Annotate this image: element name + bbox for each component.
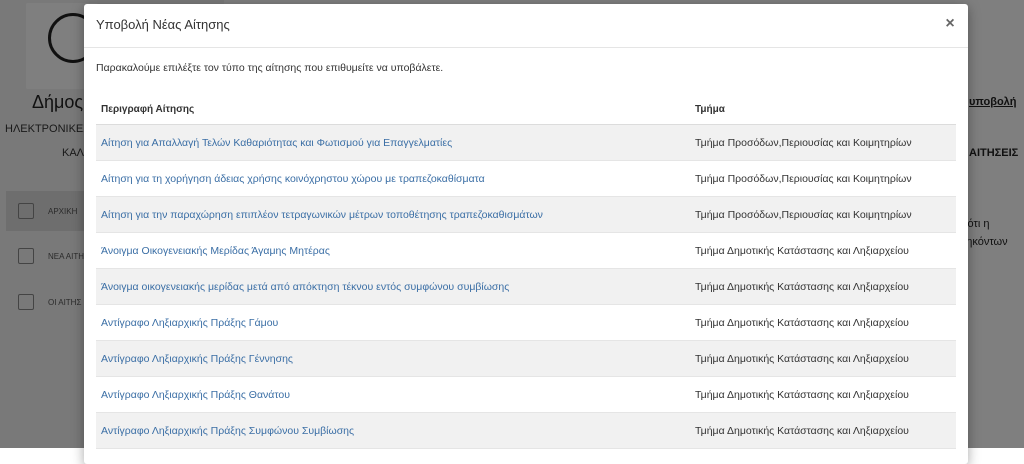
table-row[interactable]: Αντίγραφο Ληξιαρχικής Πράξης Γάμου Τμήμα… (96, 305, 956, 341)
table-row[interactable]: Άνοιγμα οικογενειακής μερίδας μετά από α… (96, 269, 956, 305)
application-link[interactable]: Αντίγραφο Ληξιαρχικής Πράξης Θανάτου (96, 389, 695, 401)
application-link[interactable]: Αντίγραφο Ληξιαρχικής Πράξης Γάμου (96, 317, 695, 329)
table-row[interactable]: Αντίγραφο Ληξιαρχικής Πράξης Συμφώνου Συ… (96, 413, 956, 449)
department-cell: Τμήμα Δημοτικής Κατάστασης και Ληξιαρχεί… (695, 424, 909, 437)
application-link[interactable]: Αντίγραφο Ληξιαρχικής Πράξης Συμφώνου Συ… (96, 425, 695, 437)
column-header-department: Τμήμα (695, 103, 725, 115)
application-link[interactable]: Αντίγραφο Ληξιαρχικής Πράξης Γέννησης (96, 353, 695, 365)
table-row[interactable]: Αντίγραφο Ληξιαρχικής Πράξης Θανάτου Τμή… (96, 377, 956, 413)
application-link[interactable]: Άνοιγμα οικογενειακής μερίδας μετά από α… (96, 281, 695, 293)
application-link[interactable]: Αίτηση για Απαλλαγή Τελών Καθαριότητας κ… (96, 137, 695, 149)
department-cell: Τμήμα Δημοτικής Κατάστασης και Ληξιαρχεί… (695, 316, 909, 329)
department-cell: Τμήμα Δημοτικής Κατάστασης και Ληξιαρχεί… (695, 244, 909, 257)
table-row[interactable]: Αίτηση για τη χορήγηση άδειας χρήσης κοι… (96, 161, 956, 197)
application-link[interactable]: Αίτηση για τη χορήγηση άδειας χρήσης κοι… (96, 173, 695, 185)
table-row[interactable]: Άνοιγμα Οικογενειακής Μερίδας Άγαμης Μητ… (96, 233, 956, 269)
new-application-modal: Υποβολή Νέας Αίτησης × Παρακαλούμε επιλέ… (84, 4, 968, 464)
department-cell: Τμήμα Δημοτικής Κατάστασης και Ληξιαρχεί… (695, 280, 909, 293)
table-header: Περιγραφή Αίτησης Τμήμα (96, 94, 956, 125)
table-row[interactable]: Αίτηση για Απαλλαγή Τελών Καθαριότητας κ… (96, 125, 956, 161)
modal-intro-text: Παρακαλούμε επιλέξτε τον τύπο της αίτηση… (96, 62, 444, 74)
department-cell: Τμήμα Δημοτικής Κατάστασης και Ληξιαρχεί… (695, 388, 909, 401)
column-header-description: Περιγραφή Αίτησης (101, 103, 195, 115)
close-icon[interactable]: × (942, 16, 958, 32)
application-link[interactable]: Αίτηση για την παραχώρηση επιπλέον τετρα… (96, 209, 695, 221)
department-cell: Τμήμα Προσόδων,Περιουσίας και Κοιμητηρίω… (695, 136, 912, 149)
department-cell: Τμήμα Δημοτικής Κατάστασης και Ληξιαρχεί… (695, 352, 909, 365)
modal-title: Υποβολή Νέας Αίτησης (96, 17, 230, 32)
department-cell: Τμήμα Προσόδων,Περιουσίας και Κοιμητηρίω… (695, 208, 912, 221)
application-link[interactable]: Άνοιγμα Οικογενειακής Μερίδας Άγαμης Μητ… (96, 245, 695, 257)
department-cell: Τμήμα Προσόδων,Περιουσίας και Κοιμητηρίω… (695, 172, 912, 185)
table-row[interactable]: Αντίγραφο Ληξιαρχικής Πράξης Γέννησης Τμ… (96, 341, 956, 377)
table-row[interactable]: Αίτηση για την παραχώρηση επιπλέον τετρα… (96, 197, 956, 233)
applications-table: Περιγραφή Αίτησης Τμήμα Αίτηση για Απαλλ… (96, 94, 956, 449)
modal-header: Υποβολή Νέας Αίτησης × (84, 4, 968, 48)
